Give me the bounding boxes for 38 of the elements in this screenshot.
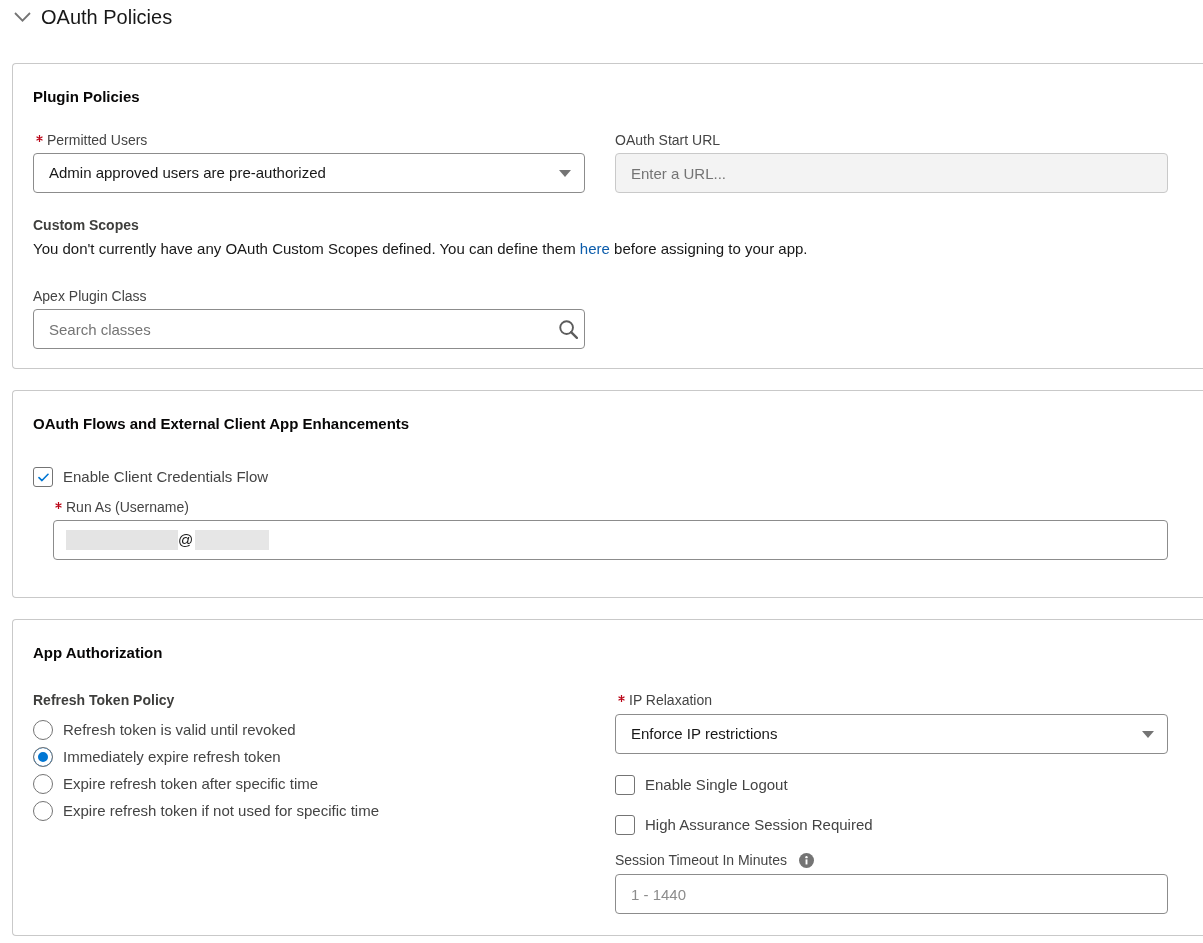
checkbox-label: High Assurance Session Required <box>645 815 873 835</box>
field-label: Apex Plugin Class <box>33 287 147 306</box>
card-heading: OAuth Flows and External Client App Enhancements <box>33 414 410 434</box>
field-label: Permitted Users <box>47 131 148 150</box>
timeout-input-field[interactable]: 1 - 1440 <box>615 874 1168 914</box>
checkbox[interactable] <box>615 815 635 835</box>
radio-label: Refresh token is valid until revoked <box>63 719 296 740</box>
checkbox-label: Enable Client Credentials Flow <box>63 467 269 487</box>
radio-button[interactable] <box>33 800 53 821</box>
caret-down-icon <box>1142 730 1154 738</box>
checkbox-label: Enable Single Logout <box>645 775 788 795</box>
custom-scopes-text: You don't currently have any OAuth Custom Scopes defined. You can define them here before assigning to your app. <box>33 239 808 259</box>
radio-label: Expire refresh token if not used for specific time <box>63 800 379 821</box>
card-heading: App Authorization <box>33 643 163 663</box>
checkbox[interactable] <box>33 467 53 487</box>
card-heading: Plugin Policies <box>33 87 140 107</box>
radio-button[interactable] <box>33 773 53 794</box>
subheading: Refresh Token Policy <box>33 691 175 710</box>
search-icon <box>559 320 578 339</box>
ip-relaxation-select[interactable]: Enforce IP restrictions <box>615 714 1168 754</box>
field-label: Run As (Username) <box>66 498 189 517</box>
search-field[interactable]: Search classes <box>33 309 585 349</box>
permitted-users-select[interactable]: Admin approved users are pre-authorized <box>33 153 585 193</box>
field-label: OAuth Start URL <box>615 131 721 150</box>
checkmark-icon <box>37 472 49 482</box>
radio-button[interactable] <box>33 746 53 767</box>
here-link[interactable]: here <box>579 240 610 257</box>
info-icon <box>799 852 814 868</box>
radio-label: Immediately expire refresh token <box>63 746 281 767</box>
username-input-field[interactable]: @ <box>53 520 1168 560</box>
radio-button[interactable] <box>33 719 53 740</box>
checkbox[interactable] <box>615 775 635 795</box>
caret-down-icon <box>559 169 571 177</box>
field-label: Session Timeout In Minutes <box>615 851 787 870</box>
field-label: IP Relaxation <box>629 691 712 710</box>
subheading: Custom Scopes <box>33 216 139 235</box>
section-title: OAuth Policies <box>41 4 173 30</box>
radio-label: Expire refresh token after specific time <box>63 773 319 794</box>
